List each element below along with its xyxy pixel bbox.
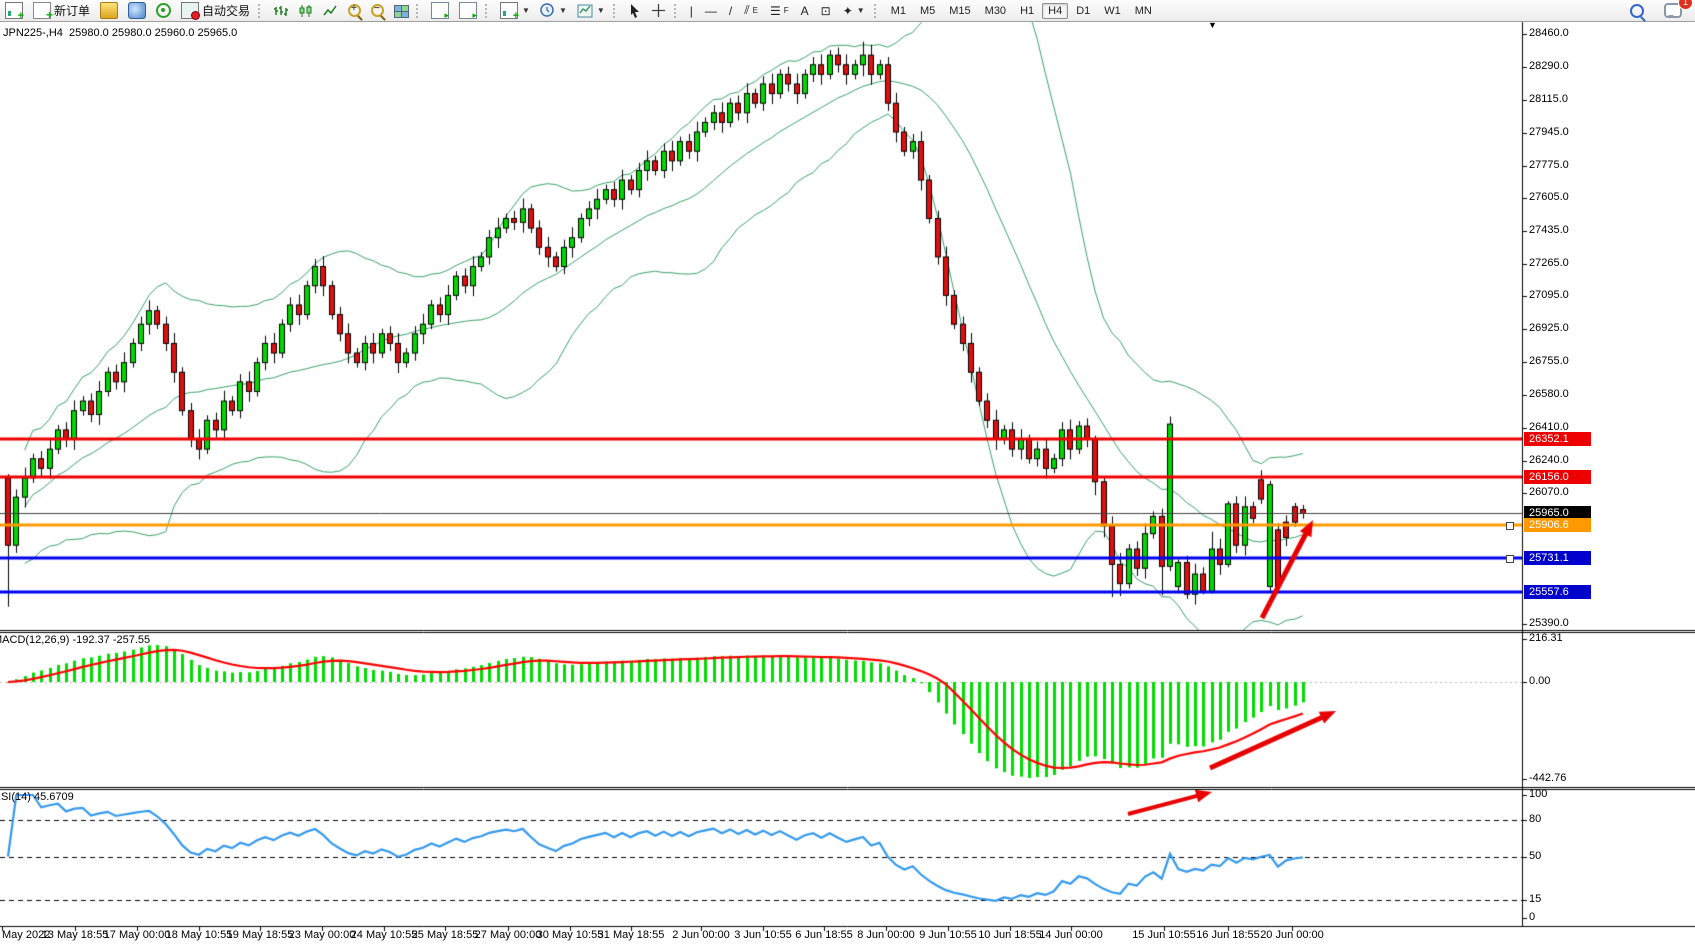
price-line-badge: 25906.6: [1524, 518, 1591, 532]
rsi-indicator-label: RSI(14) 45.6709: [0, 791, 74, 803]
rsi-axis-label: 0: [1529, 911, 1535, 923]
time-axis-label: 24 May 10:55: [351, 929, 418, 941]
price-axis-tick: 27605.0: [1529, 191, 1569, 203]
price-axis-tick: 27435.0: [1529, 224, 1569, 236]
price-axis-tick: 26925.0: [1529, 322, 1569, 334]
time-axis-label: 9 Jun 10:55: [919, 929, 977, 941]
price-line-badge: 26156.0: [1524, 470, 1591, 484]
time-axis-label: 16 Jun 18:55: [1196, 929, 1260, 941]
time-axis-label: 15 Jun 10:55: [1132, 929, 1196, 941]
price-line-badge: 25731.1: [1524, 551, 1591, 565]
hline-handle[interactable]: [1506, 555, 1514, 563]
time-axis-label: 10 Jun 18:55: [978, 929, 1042, 941]
time-axis-label: 17 May 00:00: [104, 929, 171, 941]
time-axis-label: 13 May 18:55: [42, 929, 109, 941]
price-axis-tick: 25390.0: [1529, 617, 1569, 629]
rsi-axis-label: 80: [1529, 813, 1541, 825]
time-axis-label: 14 Jun 00:00: [1039, 929, 1103, 941]
price-axis-tick: 28460.0: [1529, 27, 1569, 39]
price-axis-tick: 26070.0: [1529, 486, 1569, 498]
rsi-axis-label: 50: [1529, 850, 1541, 862]
price-axis-tick: 27095.0: [1529, 289, 1569, 301]
price-axis-tick: 27775.0: [1529, 159, 1569, 171]
macd-axis-label: 0.00: [1529, 675, 1550, 687]
macd-indicator-label: MACD(12,26,9) -192.37 -257.55: [0, 634, 150, 646]
price-axis-tick: 26240.0: [1529, 454, 1569, 466]
price-axis-tick: 27265.0: [1529, 257, 1569, 269]
time-axis-label: 31 May 18:55: [598, 929, 665, 941]
price-axis-tick: 26580.0: [1529, 388, 1569, 400]
hline-handle[interactable]: [1506, 522, 1514, 530]
mt4-terminal-window: 新订单 自动交易 + −: [0, 0, 1695, 945]
rsi-axis-label: 100: [1529, 788, 1547, 800]
chart-canvas[interactable]: [0, 0, 1695, 945]
macd-axis-label: -442.76: [1529, 772, 1566, 784]
price-axis-tick: 27945.0: [1529, 126, 1569, 138]
time-axis-label: 30 May 10:55: [537, 929, 604, 941]
time-axis-label: 27 May 00:00: [475, 929, 542, 941]
price-line-badge: 25557.6: [1524, 585, 1591, 599]
rsi-axis-label: 15: [1529, 893, 1541, 905]
price-axis-tick: 28115.0: [1529, 93, 1568, 105]
time-axis-label: 19 May 18:55: [227, 929, 294, 941]
time-axis-label: 3 Jun 10:55: [734, 929, 792, 941]
price-axis-tick: 28290.0: [1529, 60, 1569, 72]
macd-axis-label: 216.31: [1529, 632, 1563, 644]
price-line-badge: 26352.1: [1524, 432, 1591, 446]
time-axis-label: 6 Jun 18:55: [795, 929, 853, 941]
time-axis-label: 18 May 10:55: [166, 929, 233, 941]
time-axis-label: 8 Jun 00:00: [857, 929, 915, 941]
chart-symbol-ohlc-label: JPN225-,H4 25980.0 25980.0 25960.0 25965…: [3, 27, 237, 39]
price-axis-tick: 26755.0: [1529, 355, 1569, 367]
chart-shift-marker-icon[interactable]: ▼: [1208, 20, 1217, 30]
time-axis-label: 25 May 18:55: [412, 929, 479, 941]
time-axis-label: 20 Jun 00:00: [1260, 929, 1324, 941]
time-axis-label: 23 May 00:00: [289, 929, 356, 941]
time-axis-label: 2 Jun 00:00: [672, 929, 730, 941]
